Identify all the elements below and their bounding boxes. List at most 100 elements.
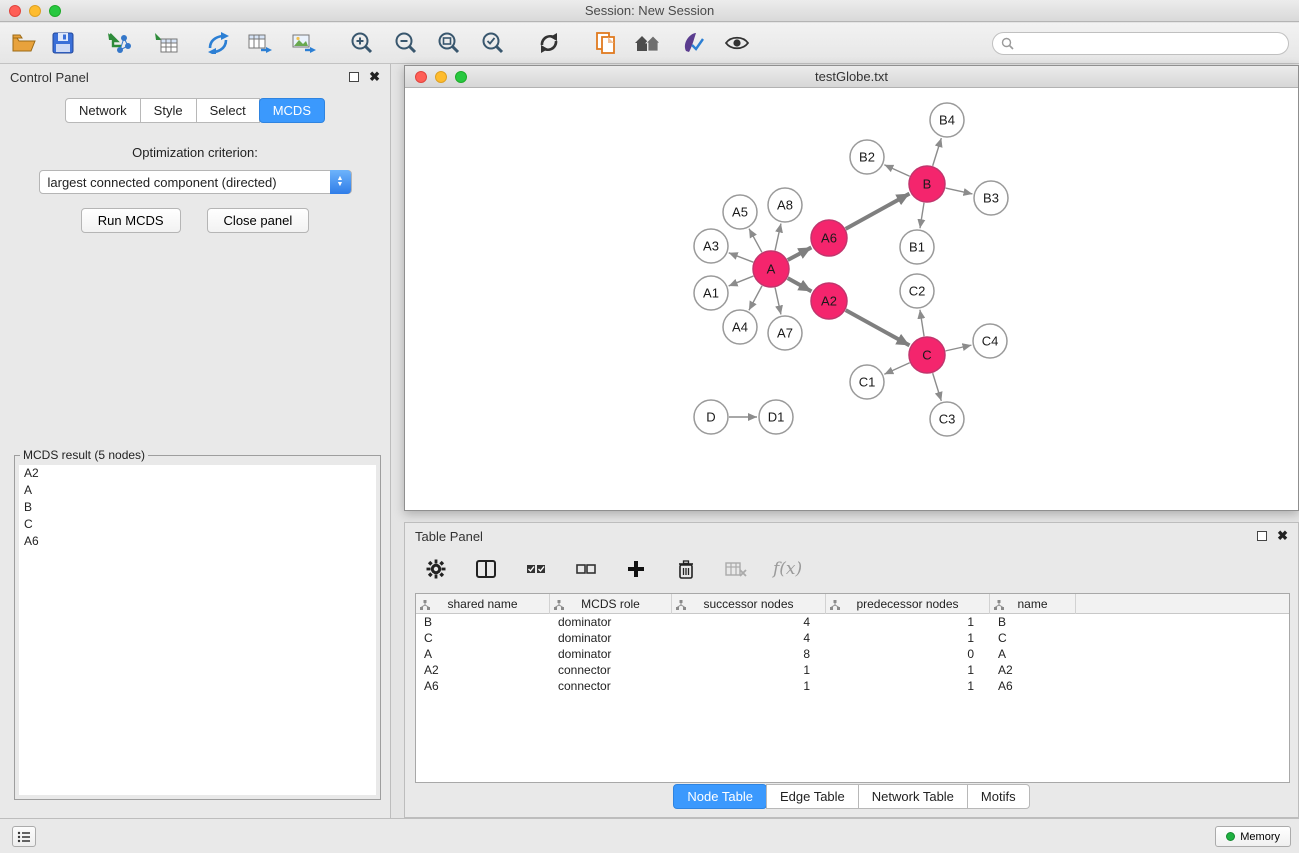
deselect-all-button[interactable]	[573, 556, 599, 582]
edge-A-A2[interactable]	[788, 278, 812, 291]
eye-button[interactable]	[719, 26, 755, 60]
edge-C-C2[interactable]	[920, 310, 924, 336]
memory-button[interactable]: Memory	[1215, 826, 1291, 847]
edge-A-A4[interactable]	[749, 286, 762, 310]
edge-A-A3[interactable]	[729, 253, 754, 262]
save-session-button[interactable]	[45, 26, 81, 60]
edge-A-A1[interactable]	[729, 276, 754, 286]
table-float-panel-icon[interactable]	[1257, 531, 1267, 541]
node-A1[interactable]: A1	[694, 276, 728, 310]
table-row[interactable]: A2connector11A2	[416, 662, 1289, 678]
node-C4[interactable]: C4	[973, 324, 1007, 358]
table-row[interactable]: Cdominator41C	[416, 630, 1289, 646]
close-window-icon[interactable]	[9, 5, 21, 17]
node-A[interactable]: A	[753, 251, 789, 287]
select-all-button[interactable]	[523, 556, 549, 582]
column-header-name[interactable]: name	[990, 594, 1076, 614]
criterion-dropdown[interactable]: largest connected component (directed) ▲…	[39, 170, 352, 194]
node-B[interactable]: B	[909, 166, 945, 202]
edge-A2-C[interactable]	[846, 310, 910, 345]
home-button[interactable]	[630, 26, 666, 60]
export-network-button[interactable]	[200, 26, 236, 60]
column-header-shared-name[interactable]: shared name	[416, 594, 550, 614]
style-check-button[interactable]	[674, 26, 710, 60]
zoom-out-button[interactable]	[388, 26, 424, 60]
function-builder-button[interactable]: f(x)	[773, 556, 802, 582]
node-C3[interactable]: C3	[930, 402, 964, 436]
table-row[interactable]: Bdominator41B	[416, 614, 1289, 630]
search-input[interactable]	[1018, 37, 1288, 51]
node-A5[interactable]: A5	[723, 195, 757, 229]
close-panel-icon[interactable]: ✖	[369, 72, 380, 82]
edge-A-A7[interactable]	[775, 288, 781, 315]
edge-A6-B[interactable]	[846, 194, 910, 229]
tab-style[interactable]: Style	[140, 98, 197, 123]
column-header-MCDS-role[interactable]: MCDS role	[550, 594, 672, 614]
add-column-button[interactable]	[623, 556, 649, 582]
export-image-button[interactable]	[286, 26, 322, 60]
zoom-fit-button[interactable]	[431, 26, 467, 60]
apply-layout-button[interactable]	[531, 26, 567, 60]
node-A7[interactable]: A7	[768, 316, 802, 350]
tab-network-table[interactable]: Network Table	[858, 784, 968, 809]
network-canvas[interactable]: B4B2BB3A5A8A6B1A3AC2A1A2A4A7C4CC1C3DD1	[405, 88, 1298, 510]
network-minimize-icon[interactable]	[435, 71, 447, 83]
copy-document-button[interactable]	[588, 26, 624, 60]
node-C2[interactable]: C2	[900, 274, 934, 308]
table-row[interactable]: A6connector11A6	[416, 678, 1289, 694]
tab-mcds[interactable]: MCDS	[259, 98, 325, 123]
node-B3[interactable]: B3	[974, 181, 1008, 215]
task-history-button[interactable]	[12, 826, 36, 847]
tab-node-table[interactable]: Node Table	[673, 784, 767, 809]
mcds-result-item[interactable]: A	[19, 482, 376, 499]
edge-C-C4[interactable]	[946, 345, 972, 351]
network-close-icon[interactable]	[415, 71, 427, 83]
close-panel-button[interactable]: Close panel	[207, 208, 310, 233]
edge-B-B1[interactable]	[920, 203, 924, 228]
network-window-titlebar[interactable]: testGlobe.txt	[405, 66, 1298, 88]
show-columns-button[interactable]	[473, 556, 499, 582]
tab-edge-table[interactable]: Edge Table	[766, 784, 859, 809]
node-A6[interactable]: A6	[811, 220, 847, 256]
edge-B-B3[interactable]	[946, 188, 973, 194]
node-B4[interactable]: B4	[930, 103, 964, 137]
edge-A-A5[interactable]	[749, 229, 762, 253]
delete-column-button[interactable]	[673, 556, 699, 582]
tab-select[interactable]: Select	[196, 98, 260, 123]
mcds-result-item[interactable]: A6	[19, 533, 376, 550]
node-C[interactable]: C	[909, 337, 945, 373]
table-row[interactable]: Adominator80A	[416, 646, 1289, 662]
tab-motifs[interactable]: Motifs	[967, 784, 1030, 809]
edge-C-C3[interactable]	[933, 373, 942, 401]
edge-A-A8[interactable]	[775, 224, 781, 251]
node-A2[interactable]: A2	[811, 283, 847, 319]
import-network-button[interactable]	[101, 26, 137, 60]
node-D1[interactable]: D1	[759, 400, 793, 434]
run-mcds-button[interactable]: Run MCDS	[81, 208, 181, 233]
zoom-window-icon[interactable]	[49, 5, 61, 17]
node-table[interactable]: shared nameMCDS rolesuccessor nodesprede…	[415, 593, 1290, 783]
table-close-panel-icon[interactable]: ✖	[1277, 531, 1288, 541]
import-table-button[interactable]	[148, 26, 184, 60]
minimize-window-icon[interactable]	[29, 5, 41, 17]
search-box[interactable]	[992, 32, 1289, 55]
node-A8[interactable]: A8	[768, 188, 802, 222]
network-zoom-icon[interactable]	[455, 71, 467, 83]
node-A3[interactable]: A3	[694, 229, 728, 263]
node-B2[interactable]: B2	[850, 140, 884, 174]
network-graph[interactable]: B4B2BB3A5A8A6B1A3AC2A1A2A4A7C4CC1C3DD1	[405, 88, 1298, 510]
zoom-in-button[interactable]	[344, 26, 380, 60]
table-settings-button[interactable]	[423, 556, 449, 582]
mcds-result-item[interactable]: A2	[19, 465, 376, 482]
mcds-result-item[interactable]: C	[19, 516, 376, 533]
column-header-predecessor-nodes[interactable]: predecessor nodes	[826, 594, 990, 614]
export-table-button[interactable]	[242, 26, 278, 60]
mcds-result-list[interactable]: A2ABCA6	[19, 465, 376, 795]
mcds-result-item[interactable]: B	[19, 499, 376, 516]
edge-A-A6[interactable]	[788, 247, 812, 260]
node-D[interactable]: D	[694, 400, 728, 434]
edge-B-B4[interactable]	[933, 138, 942, 166]
open-session-button[interactable]	[6, 26, 42, 60]
zoom-selected-button[interactable]	[475, 26, 511, 60]
float-panel-icon[interactable]	[349, 72, 359, 82]
